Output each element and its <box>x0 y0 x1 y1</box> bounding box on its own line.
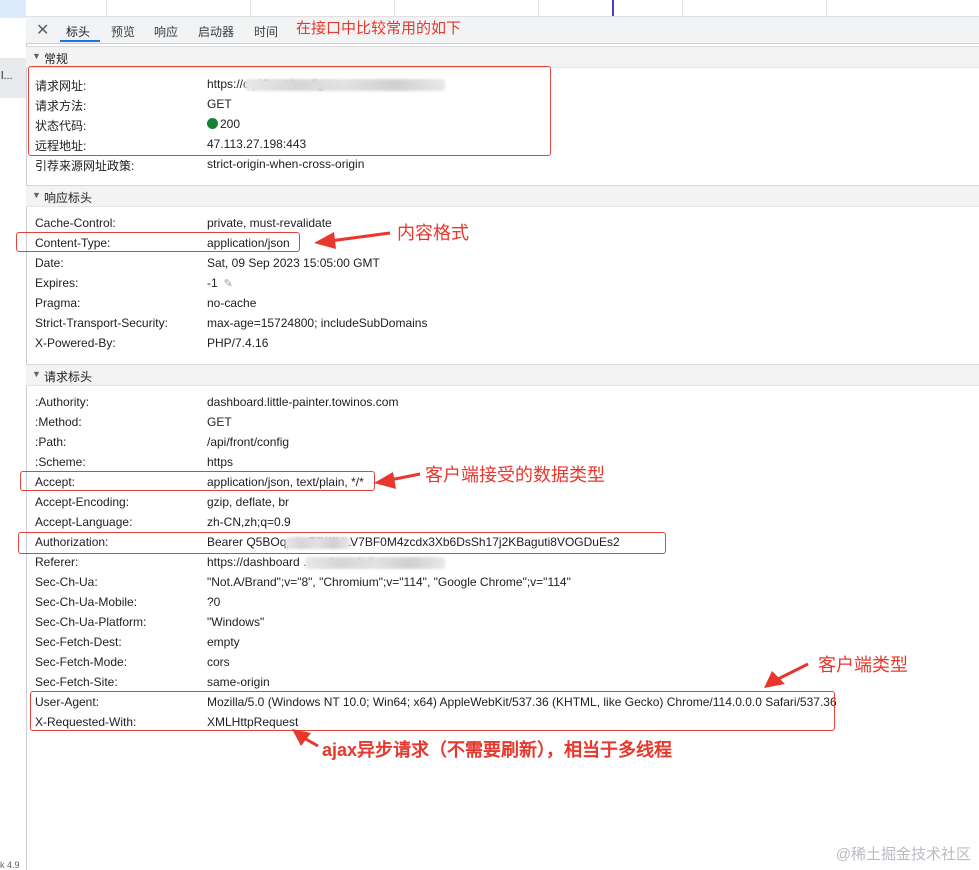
arrow-accept <box>389 472 421 482</box>
arrow-content-type <box>329 231 391 243</box>
annotation-arrows <box>292 231 809 748</box>
arrow-head <box>374 472 396 489</box>
arrow-head <box>292 729 311 746</box>
arrow-head <box>764 671 785 688</box>
arrow-client-type <box>775 662 809 682</box>
watermark: @稀土掘金技术社区 <box>835 846 971 863</box>
arrow-head <box>314 232 336 249</box>
